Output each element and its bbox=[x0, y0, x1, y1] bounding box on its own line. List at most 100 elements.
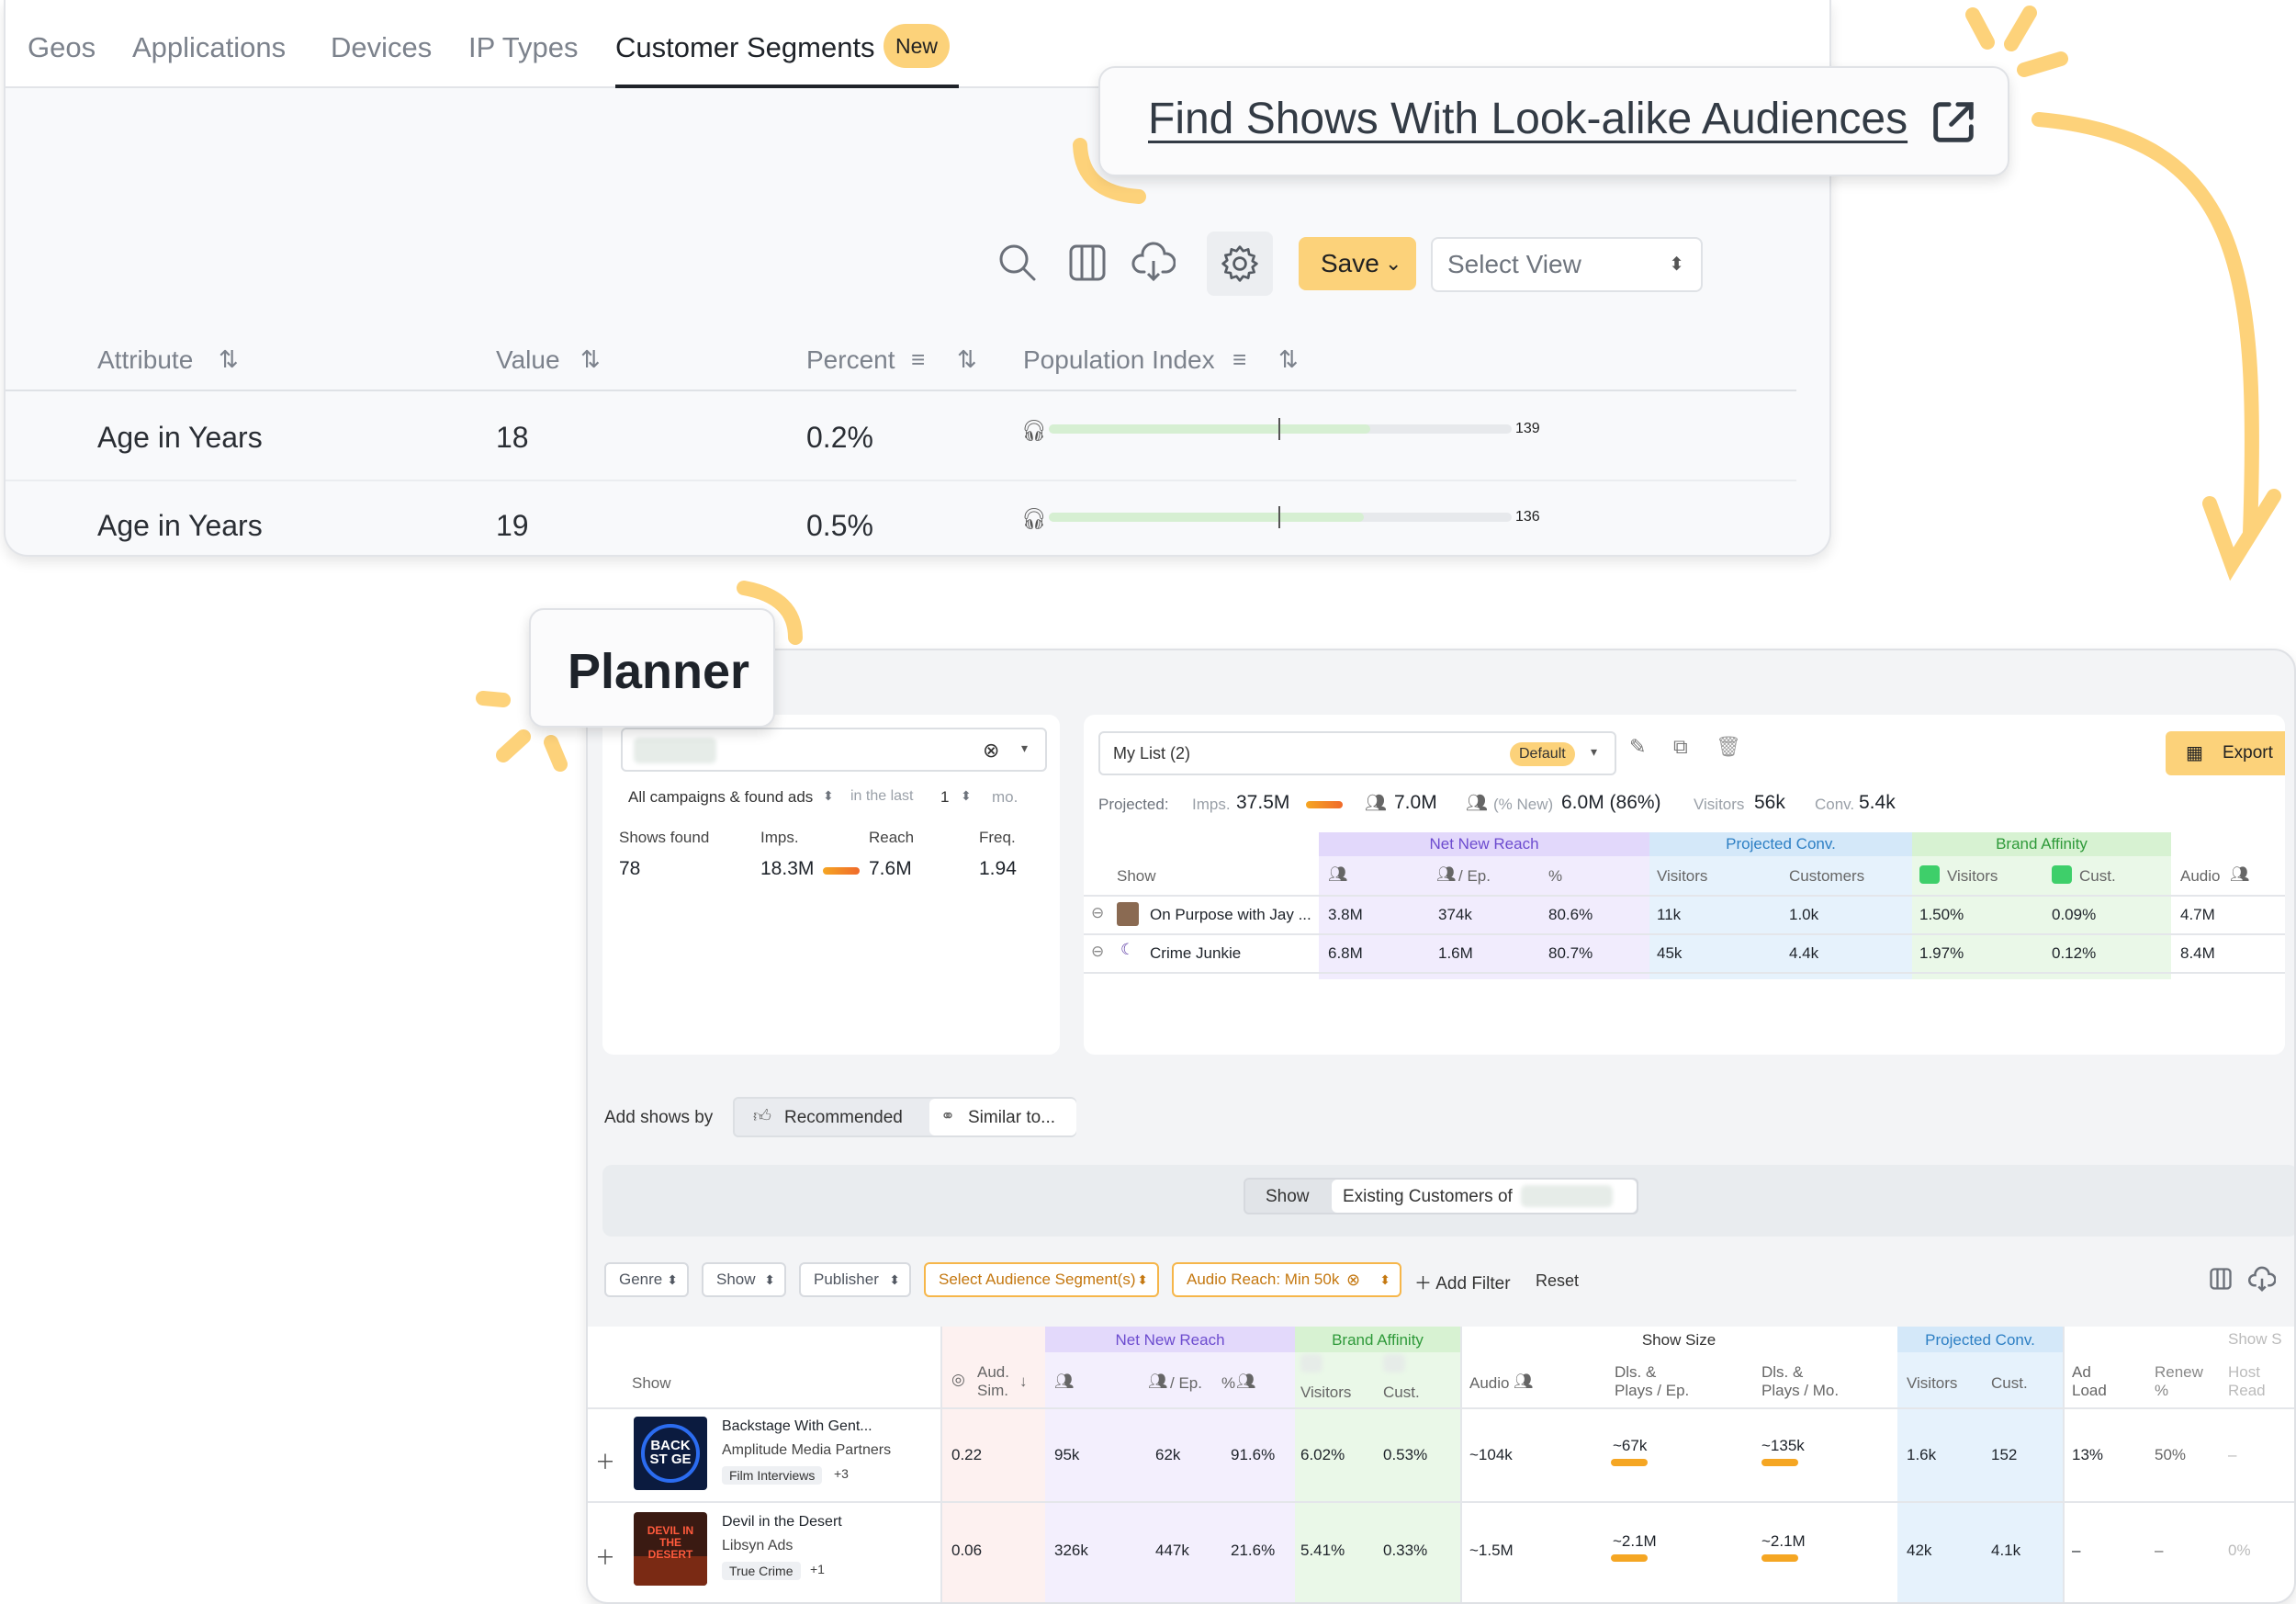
find-shows-link[interactable]: Find Shows With Look-alike Audiences bbox=[1148, 94, 1908, 144]
genre-filter[interactable]: Genre ⬍ bbox=[604, 1262, 689, 1297]
list-select[interactable]: My List (2) Default ▾ bbox=[1098, 731, 1616, 775]
recommended-button[interactable]: Recommended bbox=[784, 1108, 903, 1128]
col-pct[interactable]: % bbox=[1221, 1374, 1235, 1393]
sort-icon[interactable]: ⇅ bbox=[957, 345, 977, 374]
cloud-download-icon[interactable] bbox=[2248, 1266, 2276, 1293]
campaign-filter[interactable]: All campaigns & found ads bbox=[628, 788, 813, 807]
col-ba-visitors[interactable]: Visitors bbox=[1300, 1384, 1351, 1402]
col-pc-visitors[interactable]: Visitors bbox=[1907, 1374, 1957, 1393]
show-filter[interactable]: Show ⬍ bbox=[702, 1262, 786, 1297]
col-audio[interactable]: Audio bbox=[1469, 1374, 1509, 1393]
sort-icon[interactable]: ⇅ bbox=[580, 345, 601, 374]
columns-icon[interactable] bbox=[2208, 1266, 2234, 1292]
col-audio[interactable]: Audio bbox=[2180, 867, 2220, 886]
header-percent[interactable]: Percent bbox=[806, 345, 895, 375]
col-pc-cust[interactable]: Cust. bbox=[1991, 1374, 2028, 1393]
show-title[interactable]: Devil in the Desert bbox=[722, 1514, 842, 1531]
trash-icon[interactable]: 🗑︎ bbox=[1716, 735, 1741, 759]
show-title[interactable]: Backstage With Gent... bbox=[722, 1418, 872, 1435]
col-show[interactable]: Show bbox=[1117, 867, 1156, 886]
filter-icon[interactable]: ≡ bbox=[911, 345, 925, 374]
similar-to-button[interactable]: ⚭ Similar to... bbox=[929, 1099, 1076, 1135]
tab-ip-types[interactable]: IP Types bbox=[468, 31, 579, 64]
reset-button[interactable]: Reset bbox=[1536, 1271, 1579, 1291]
dls-ep-bar bbox=[1611, 1554, 1648, 1562]
col-customers[interactable]: Customers bbox=[1789, 867, 1864, 886]
edit-icon[interactable]: ✎ bbox=[1629, 735, 1646, 759]
segment-existing-customers[interactable]: Existing Customers of bbox=[1332, 1180, 1637, 1213]
publisher-filter[interactable]: Publisher ⬍ bbox=[799, 1262, 911, 1297]
tab-devices[interactable]: Devices bbox=[331, 31, 432, 64]
audio-reach-filter[interactable]: Audio Reach: Min 50k ⊗ ⬍ bbox=[1172, 1262, 1401, 1297]
col-aud-sim[interactable]: Aud. bbox=[977, 1363, 1009, 1382]
remove-icon[interactable]: ⊖ bbox=[1091, 943, 1104, 961]
col-per-ep[interactable]: / Ep. bbox=[1458, 867, 1491, 886]
group-net-new-reach: Net New Reach bbox=[1429, 835, 1539, 853]
more-tags[interactable]: +1 bbox=[810, 1562, 825, 1576]
add-icon[interactable]: ＋ bbox=[595, 1542, 615, 1571]
audience-segment-filter[interactable]: Select Audience Segment(s) ⬍ bbox=[924, 1262, 1159, 1297]
col-pct[interactable]: % bbox=[1548, 867, 1562, 886]
period-value[interactable]: 1 bbox=[940, 788, 949, 807]
settings-button[interactable] bbox=[1207, 232, 1273, 296]
columns-icon[interactable] bbox=[1065, 241, 1109, 285]
export-button[interactable]: ▦ Export bbox=[2166, 731, 2285, 775]
segment-band: Show Existing Customers of bbox=[602, 1165, 2294, 1237]
projected-conv-band bbox=[1897, 1327, 2063, 1602]
col-dls-ep[interactable]: Dls. & bbox=[1615, 1363, 1656, 1382]
stat-label: Imps. bbox=[760, 829, 799, 846]
add-filter-button[interactable]: ＋ Add Filter bbox=[1414, 1270, 1511, 1294]
col-ba-cust[interactable]: Cust. bbox=[2079, 867, 2116, 886]
clear-icon[interactable]: ⊗ bbox=[983, 739, 999, 762]
header-value[interactable]: Value bbox=[496, 345, 560, 375]
updown-caret-icon[interactable]: ⬍ bbox=[823, 788, 834, 804]
users-icon[interactable]: 👥︎ bbox=[1054, 1372, 1075, 1391]
source-select[interactable]: ⊗ ▾ bbox=[621, 728, 1047, 772]
show-publisher: Libsyn Ads bbox=[722, 1538, 793, 1553]
copy-icon[interactable]: ⧉ bbox=[1673, 735, 1688, 759]
stepper-icon[interactable]: ⬍ bbox=[961, 788, 972, 804]
col-ad-load[interactable]: Ad bbox=[2072, 1363, 2091, 1382]
audience-segment-label: Select Audience Segment(s) bbox=[939, 1271, 1136, 1288]
col-show[interactable]: Show bbox=[632, 1374, 671, 1393]
cell-aud-sim: 0.22 bbox=[951, 1446, 983, 1463]
show-title[interactable]: On Purpose with Jay ... bbox=[1150, 906, 1311, 924]
cell-audio: ~1.5M bbox=[1469, 1542, 1514, 1559]
brand-logo-icon bbox=[1919, 865, 1940, 884]
search-icon[interactable] bbox=[996, 241, 1040, 285]
col-dls-mo[interactable]: Dls. & bbox=[1761, 1363, 1803, 1382]
sort-icon[interactable]: ⇅ bbox=[219, 345, 239, 374]
add-icon[interactable]: ＋ bbox=[595, 1446, 615, 1475]
sort-icon[interactable]: ⇅ bbox=[1278, 345, 1299, 374]
col-ba-visitors[interactable]: Visitors bbox=[1947, 867, 1998, 886]
select-view-dropdown[interactable]: Select View ⬍ bbox=[1431, 237, 1703, 292]
in-the-last-label: in the last bbox=[850, 788, 914, 804]
cell-ba-cust: 0.33% bbox=[1383, 1542, 1428, 1559]
tab-customer-segments[interactable]: Customer Segments bbox=[615, 31, 875, 64]
col-visitors[interactable]: Visitors bbox=[1657, 867, 1707, 886]
col-renew[interactable]: Renew bbox=[2155, 1363, 2203, 1382]
sort-desc-icon[interactable]: ↓ bbox=[1019, 1372, 1028, 1391]
header-population-index[interactable]: Population Index bbox=[1023, 345, 1215, 375]
clear-icon[interactable]: ⊗ bbox=[1346, 1264, 1360, 1295]
genre-tag: Film Interviews bbox=[722, 1466, 823, 1485]
tab-geos[interactable]: Geos bbox=[28, 31, 96, 64]
external-link-icon[interactable] bbox=[1927, 96, 1980, 149]
cloud-download-icon[interactable] bbox=[1131, 241, 1176, 285]
save-button[interactable]: Save ⌄ bbox=[1299, 237, 1416, 290]
segment-show[interactable]: Show bbox=[1266, 1187, 1310, 1207]
tab-applications[interactable]: Applications bbox=[132, 31, 286, 64]
col-host-read[interactable]: Host bbox=[2228, 1363, 2260, 1382]
users-icon[interactable]: 👥︎ bbox=[1328, 865, 1348, 884]
more-tags[interactable]: +3 bbox=[834, 1466, 849, 1481]
remove-icon[interactable]: ⊖ bbox=[1091, 904, 1104, 922]
show-thumbnail bbox=[1117, 902, 1139, 926]
segment-toggle: Show Existing Customers of bbox=[1244, 1178, 1638, 1214]
show-title[interactable]: Crime Junkie bbox=[1150, 944, 1241, 963]
col-per-ep[interactable]: / Ep. bbox=[1170, 1374, 1202, 1393]
filter-icon[interactable]: ≡ bbox=[1232, 345, 1246, 374]
dls-mo-bar bbox=[1761, 1554, 1798, 1562]
col-ba-cust[interactable]: Cust. bbox=[1383, 1384, 1420, 1402]
cell-reach: 95k bbox=[1054, 1446, 1080, 1463]
header-attribute[interactable]: Attribute bbox=[97, 345, 193, 375]
